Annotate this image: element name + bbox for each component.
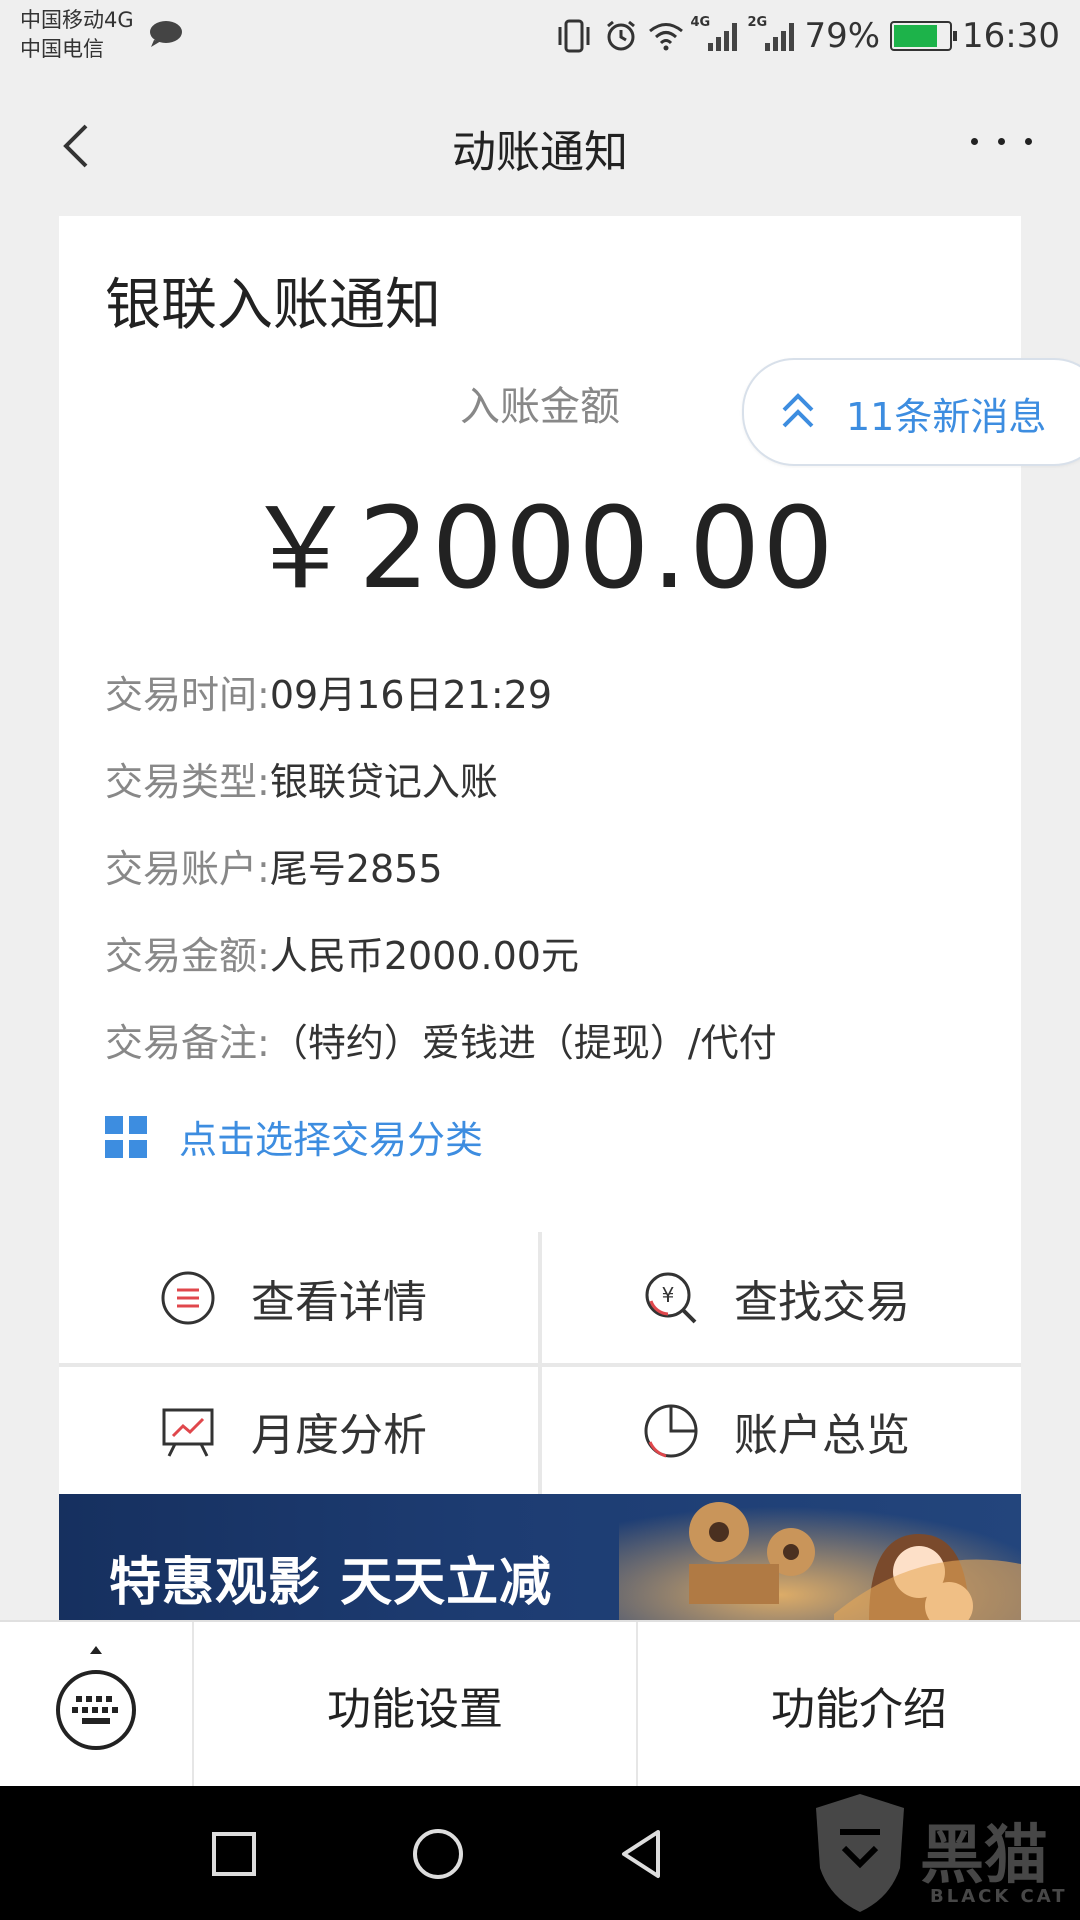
vibrate-icon — [558, 19, 590, 53]
detail-row-remark: 交易备注:（特约）爱钱进（提现）/代付 — [105, 1021, 777, 1065]
back-nav-icon[interactable] — [614, 1826, 670, 1882]
select-category-label: 点击选择交易分类 — [179, 1118, 484, 1162]
clock: 16:30 — [962, 16, 1060, 56]
detail-row-type: 交易类型:银联贷记入账 — [105, 760, 498, 804]
new-messages-button[interactable]: 11条新消息 — [742, 358, 1080, 466]
detail-row-amount: 交易金额:人民币2000.00元 — [105, 934, 579, 978]
list-circle-icon — [161, 1271, 215, 1324]
detail-row-time: 交易时间:09月16日21:29 — [105, 673, 553, 717]
amount-value: ￥2000.00 — [244, 484, 836, 614]
signal-2g-icon: 2G — [747, 15, 795, 51]
status-bar: 中国移动4G 中国电信 4G 2G 79% 16:30 — [0, 0, 1080, 72]
function-intro-button[interactable]: 功能介绍 — [638, 1622, 1080, 1788]
carrier-info: 中国移动4G 中国电信 — [20, 6, 134, 64]
wifi-icon — [649, 23, 684, 51]
card-title: 银联入账通知 — [105, 273, 441, 338]
select-category-button[interactable]: 点击选择交易分类 — [105, 1109, 483, 1164]
home-icon[interactable] — [410, 1826, 466, 1882]
action-grid: 查看详情 ¥ 查找交易 月度分析 账户总览 — [59, 1232, 1021, 1494]
account-overview-label: 账户总览 — [734, 1409, 910, 1461]
view-details-label: 查看详情 — [251, 1276, 427, 1328]
banner-text: 特惠观影 天天立减 — [109, 1553, 553, 1613]
bottom-toolbar: 功能设置 功能介绍 — [0, 1620, 1080, 1788]
shield-logo-icon — [816, 1794, 904, 1912]
battery-percent: 79% — [804, 16, 881, 56]
function-settings-button[interactable]: 功能设置 — [194, 1622, 638, 1788]
message-notification-icon — [150, 21, 182, 47]
page-title: 动账通知 — [452, 127, 628, 178]
watermark-text: 黑猫 — [920, 1819, 1048, 1893]
film-reel-illustration — [619, 1494, 1021, 1620]
system-nav-bar: 黑猫 BLACK CAT — [0, 1786, 1080, 1920]
nav-bar: 动账通知 — [0, 72, 1080, 216]
svg-text:¥: ¥ — [662, 1283, 675, 1307]
signal-4g-icon: 4G — [690, 15, 738, 51]
pie-chart-icon — [644, 1404, 698, 1457]
keyboard-icon — [56, 1646, 136, 1750]
more-options-icon[interactable] — [971, 138, 1032, 145]
yuan-search-icon: ¥ — [645, 1272, 697, 1323]
grid-icon — [105, 1115, 147, 1158]
alarm-icon — [607, 20, 636, 51]
view-details-button[interactable]: 查看详情 — [59, 1232, 538, 1363]
watermark-subtext: BLACK CAT — [930, 1886, 1068, 1907]
double-chevron-up-icon — [782, 393, 814, 428]
transaction-details: 交易时间:09月16日21:29 交易类型:银联贷记入账 交易账户:尾号2855… — [105, 652, 777, 1087]
find-transaction-button[interactable]: ¥ 查找交易 — [542, 1232, 1021, 1363]
carrier-1: 中国移动4G — [20, 8, 134, 32]
monthly-analysis-button[interactable]: 月度分析 — [59, 1367, 538, 1494]
promo-banner[interactable]: 特惠观影 天天立减 — [59, 1494, 1021, 1620]
carrier-2: 中国电信 — [20, 37, 104, 61]
keyboard-toggle-button[interactable] — [0, 1622, 194, 1788]
new-messages-label: 11条新消息 — [846, 395, 1047, 439]
watermark: 黑猫 BLACK CAT — [810, 1786, 1080, 1920]
chart-board-icon — [162, 1408, 214, 1457]
recent-apps-icon[interactable] — [206, 1826, 262, 1882]
detail-row-account: 交易账户:尾号2855 — [105, 847, 443, 891]
find-transaction-label: 查找交易 — [734, 1276, 910, 1328]
monthly-analysis-label: 月度分析 — [251, 1409, 427, 1461]
battery-icon — [890, 21, 958, 51]
account-overview-button[interactable]: 账户总览 — [542, 1367, 1021, 1494]
